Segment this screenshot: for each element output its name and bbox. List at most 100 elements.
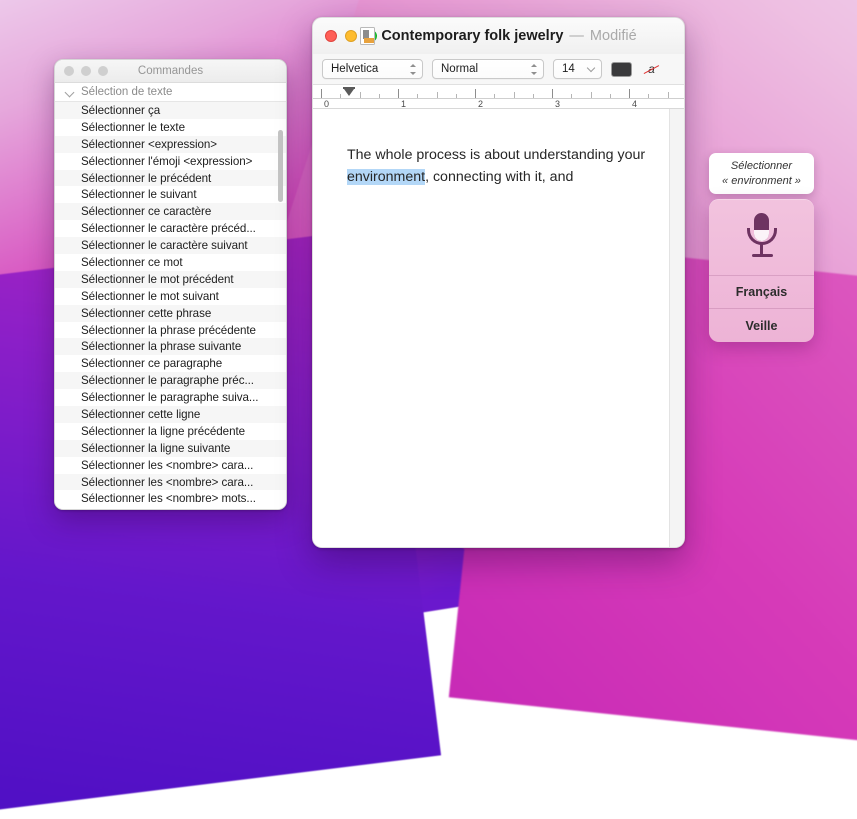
list-item[interactable]: Sélectionner ce caractère [55, 203, 286, 220]
list-item-label: Sélectionner les <nombre> mots... [81, 492, 256, 505]
list-item[interactable]: Sélectionner les <nombre> cara... [55, 457, 286, 474]
list-item[interactable]: Sélectionner le précédent [55, 170, 286, 187]
dictation-mic-area[interactable] [709, 199, 814, 276]
list-item[interactable]: Sélectionner le mot suivant [55, 288, 286, 305]
minimize-button[interactable] [345, 30, 357, 42]
dictation-status-label: Veille [746, 319, 778, 333]
dictation-tooltip: Sélectionner « environment » [709, 153, 814, 194]
list-item-label: Sélectionner ce paragraphe [81, 357, 222, 370]
list-item[interactable]: Sélectionner les <nombre> mots... [55, 490, 286, 507]
list-item[interactable]: Sélectionner le paragraphe suiva... [55, 389, 286, 406]
dictation-language[interactable]: Français [709, 276, 814, 309]
list-item[interactable]: Sélectionner le texte [55, 119, 286, 136]
ruler-tick [437, 92, 438, 98]
ruler-tick [648, 94, 649, 98]
list-item-label: Sélectionner les <nombre> cara... [81, 476, 253, 489]
list-item-label: Sélectionner <expression> [81, 138, 217, 151]
text-color-swatch[interactable] [611, 62, 632, 77]
textedit-window: Contemporary folk jewelry — Modifié Helv… [312, 17, 685, 548]
ruler-tick [456, 94, 457, 98]
chevron-down-icon [588, 65, 596, 73]
font-family-value: Helvetica [331, 63, 378, 75]
list-item[interactable]: Sélectionner le paragraphe préc... [55, 372, 286, 389]
textedit-body: The whole process is about understanding… [313, 109, 684, 547]
textedit-titlebar[interactable]: Contemporary folk jewelry — Modifié [313, 18, 684, 54]
updown-arrows-icon [530, 63, 538, 76]
dictation-status[interactable]: Veille [709, 309, 814, 342]
close-button[interactable] [325, 30, 337, 42]
commands-window: Commandes Sélection de texte Sélectionne… [54, 59, 287, 510]
microphone-icon [745, 213, 779, 261]
list-item[interactable]: Sélectionner cette phrase [55, 305, 286, 322]
font-size-value: 14 [562, 63, 575, 75]
ruler-tick [571, 94, 572, 98]
indent-marker-icon[interactable] [343, 87, 355, 99]
list-item[interactable]: Sélectionner ça [55, 102, 286, 119]
list-item[interactable]: Sélectionner le mot précédent [55, 271, 286, 288]
list-item-label: Sélectionner la phrase précédente [81, 324, 256, 337]
ruler-number: 1 [401, 99, 406, 109]
document-title: Contemporary folk jewelry [381, 28, 563, 44]
maximize-button[interactable] [98, 66, 108, 76]
ruler-tick [610, 94, 611, 98]
commands-group-header[interactable]: Sélection de texte [55, 83, 286, 102]
list-item[interactable]: Sélectionner ce mot [55, 254, 286, 271]
dictation-panel: Français Veille [709, 199, 814, 342]
ruler-tick [417, 94, 418, 98]
list-item[interactable]: Sélectionner ce paragraphe [55, 355, 286, 372]
ruler-tick [360, 92, 361, 98]
list-item[interactable]: Sélectionner l'émoji <expression> [55, 153, 286, 170]
list-item-label: Sélectionner le caractère suivant [81, 239, 248, 252]
list-item-label: Sélectionner l'émoji <expression> [81, 155, 252, 168]
list-item-label: Sélectionner le texte [81, 121, 185, 134]
list-item-label: Sélectionner le caractère précéd... [81, 222, 256, 235]
ruler-tick [321, 89, 322, 98]
list-item[interactable]: Sélectionner cette ligne [55, 406, 286, 423]
ruler-tick [668, 92, 669, 98]
font-family-select[interactable]: Helvetica [322, 59, 423, 79]
ruler-tick [533, 94, 534, 98]
list-item-label: Sélectionner le mot précédent [81, 273, 234, 286]
clear-formatting-icon[interactable]: a [641, 61, 662, 78]
ruler-number: 0 [324, 99, 329, 109]
ruler-number: 3 [555, 99, 560, 109]
ruler-tick [514, 92, 515, 98]
ruler-tick [340, 94, 341, 98]
list-item[interactable]: Sélectionner la ligne suivante [55, 440, 286, 457]
close-button[interactable] [64, 66, 74, 76]
list-item-label: Sélectionner ce mot [81, 256, 183, 269]
list-item[interactable]: Sélectionner la ligne précédente [55, 423, 286, 440]
font-style-select[interactable]: Normal [432, 59, 544, 79]
ruler-number: 2 [478, 99, 483, 109]
selected-text[interactable]: environment [347, 169, 425, 185]
minimize-button[interactable] [81, 66, 91, 76]
fullscreen-button[interactable] [365, 30, 377, 42]
list-item[interactable]: Sélectionner le caractère précéd... [55, 220, 286, 237]
dictation-tooltip-line1: Sélectionner [731, 159, 792, 174]
ruler-tick [475, 89, 476, 98]
commands-scrollbar[interactable] [278, 130, 283, 202]
document-text[interactable]: The whole process is about understanding… [347, 145, 655, 188]
ruler-tick [629, 89, 630, 98]
commands-titlebar[interactable]: Commandes [55, 60, 286, 83]
list-item-label: Sélectionner cette phrase [81, 307, 211, 320]
microphone-arc [747, 228, 777, 245]
font-size-select[interactable]: 14 [553, 59, 602, 79]
list-item-label: Sélectionner la phrase suivante [81, 340, 241, 353]
commands-group-label: Sélection de texte [81, 86, 172, 98]
list-item[interactable]: Sélectionner le suivant [55, 186, 286, 203]
list-item[interactable]: Sélectionner la phrase précédente [55, 322, 286, 339]
ruler-tick [379, 94, 380, 98]
commands-list[interactable]: Sélectionner ça Sélectionner le texte Séle… [55, 102, 286, 509]
textedit-ruler[interactable]: 01234 [313, 85, 684, 109]
indent-marker-triangle [344, 89, 354, 96]
list-item[interactable]: Sélectionner la phrase suivante [55, 338, 286, 355]
list-item[interactable]: Sélectionner le caractère suivant [55, 237, 286, 254]
ruler-tick [494, 94, 495, 98]
list-item[interactable]: Sélectionner les <nombre> cara... [55, 474, 286, 491]
list-item-label: Sélectionner ça [81, 104, 160, 117]
list-item[interactable]: Sélectionner <expression> [55, 136, 286, 153]
document-page[interactable]: The whole process is about understanding… [313, 109, 670, 547]
chevron-down-icon[interactable] [66, 88, 75, 97]
list-item-label: Sélectionner la ligne suivante [81, 442, 230, 455]
